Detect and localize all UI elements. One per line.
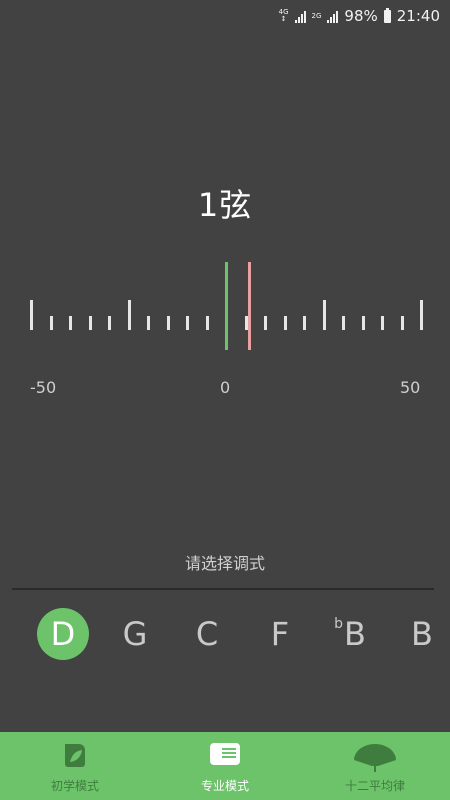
- note-button-f[interactable]: F: [254, 608, 306, 660]
- note-button-b[interactable]: B: [396, 608, 448, 660]
- minor-tick: [264, 316, 267, 330]
- note-button-b-flat[interactable]: b B: [324, 608, 376, 660]
- signal-strength-icon-2: [327, 10, 339, 23]
- minor-tick: [303, 316, 306, 330]
- minor-tick: [186, 316, 189, 330]
- note-button-d[interactable]: D: [37, 608, 89, 660]
- nav-beginner-mode[interactable]: 初学模式: [0, 732, 150, 800]
- note-button-c[interactable]: C: [181, 608, 233, 660]
- note-button-g[interactable]: G: [109, 608, 161, 660]
- nav-professional-mode[interactable]: 专业模式: [150, 732, 300, 800]
- note-label: B: [343, 615, 366, 653]
- major-tick: [127, 300, 131, 330]
- minor-tick: [108, 316, 111, 330]
- bottom-navigation: 初学模式 专业模式 十二平均律: [0, 732, 450, 800]
- temperament-gauge-icon: [352, 740, 398, 778]
- note-label: D: [50, 615, 76, 653]
- detected-pitch-needle: [248, 262, 252, 350]
- minor-tick: [400, 316, 404, 330]
- flat-symbol: b: [334, 616, 343, 632]
- minor-tick: [69, 316, 72, 330]
- nav-label: 初学模式: [50, 779, 99, 793]
- note-label: F: [270, 615, 290, 653]
- signal-strength-icon: [294, 10, 306, 23]
- tuning-note-selector: D G C F b B B: [0, 608, 450, 668]
- tuning-meter: [0, 250, 450, 370]
- reference-needle: [225, 262, 228, 350]
- battery-percent: 98%: [344, 7, 378, 25]
- minor-tick: [342, 316, 345, 330]
- tuning-mode-prompt: 请选择调式: [184, 554, 265, 573]
- scale-center-label: 0: [220, 378, 231, 397]
- note-label: G: [122, 615, 148, 653]
- minor-tick: [166, 316, 170, 330]
- nav-label: 专业模式: [200, 779, 249, 793]
- data-arrows-icon: ↕: [280, 15, 287, 23]
- status-bar: 4G ↕ 2G 98% 21:40: [0, 0, 450, 32]
- string-title: 1弦: [197, 186, 253, 224]
- note-label: C: [195, 615, 219, 653]
- clock: 21:40: [396, 7, 440, 25]
- battery-icon: [383, 7, 391, 23]
- minor-tick: [88, 316, 92, 330]
- minor-tick: [283, 316, 287, 330]
- nav-twelve-tone-temperament[interactable]: 十二平均律: [300, 732, 450, 800]
- beginner-leaf-icon: [60, 740, 90, 774]
- minor-tick: [49, 316, 53, 330]
- note-label: B: [411, 615, 433, 653]
- minor-tick: [361, 316, 365, 330]
- major-tick: [420, 300, 423, 330]
- network-type-label-2: 2G: [311, 11, 322, 20]
- major-tick: [322, 300, 326, 330]
- professional-cards-icon: [208, 740, 242, 774]
- minor-tick: [244, 316, 248, 330]
- scale-max-label: 50: [400, 378, 421, 397]
- scale-min-label: -50: [30, 378, 57, 397]
- minor-tick: [147, 316, 150, 330]
- minor-tick: [381, 316, 384, 330]
- divider: [12, 588, 434, 590]
- network-indicator: 4G ↕: [279, 9, 289, 23]
- nav-label: 十二平均律: [344, 779, 405, 793]
- minor-tick: [205, 316, 209, 330]
- network-indicator-2: 2G: [311, 11, 322, 20]
- major-tick: [30, 300, 33, 330]
